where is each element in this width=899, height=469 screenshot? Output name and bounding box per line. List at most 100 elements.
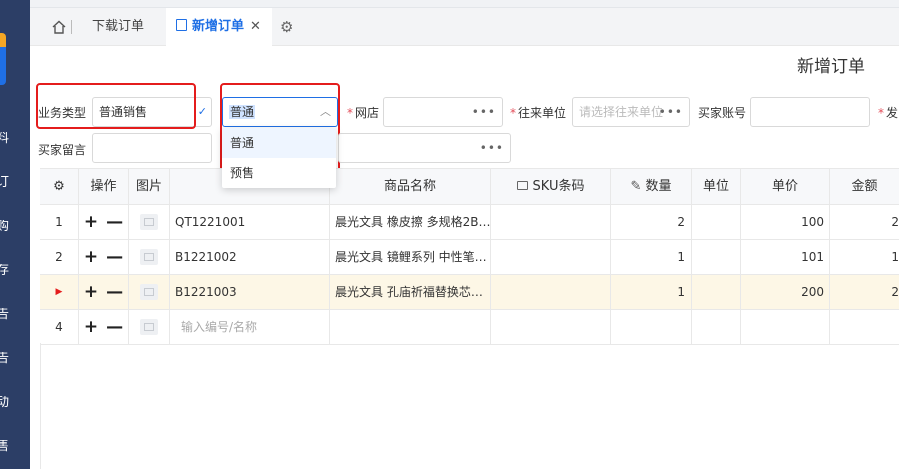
- order-items-table: ⚙ 操作 图片 商品名称 SKU条码 ✎ 数量 单位 单价 金额 1 + — QT1…: [40, 168, 899, 345]
- table-row-new[interactable]: 4 + — 输入编号/名称: [40, 310, 899, 345]
- tab-download-orders[interactable]: 下载订单: [92, 8, 144, 46]
- row-sku[interactable]: [491, 275, 611, 309]
- row-amount[interactable]: 2: [830, 205, 899, 239]
- code-input-placeholder: 输入编号/名称: [181, 320, 258, 334]
- row-qty[interactable]: 2: [611, 205, 692, 239]
- row-code[interactable]: QT1221001: [170, 205, 330, 239]
- chevron-up-icon: ︿: [320, 105, 331, 118]
- row-ops: + —: [79, 310, 129, 344]
- order-kind-value: 普通: [229, 105, 256, 119]
- row-price[interactable]: 101: [741, 240, 830, 274]
- sidebar-item[interactable]: 告: [0, 352, 12, 366]
- page-title: 新增订单: [797, 57, 865, 77]
- remove-row-button[interactable]: —: [106, 240, 123, 274]
- more-icon[interactable]: •••: [480, 134, 504, 162]
- add-row-button[interactable]: +: [84, 205, 98, 239]
- row-sku[interactable]: [491, 205, 611, 239]
- business-type-value: 普通销售: [99, 105, 148, 119]
- row-image: [129, 310, 170, 344]
- sidebar: 料 订 购 存 告 告 动 售: [0, 0, 30, 469]
- business-type-label: 业务类型: [38, 106, 87, 120]
- barcode-icon: [516, 181, 528, 190]
- sidebar-item[interactable]: 购: [0, 220, 12, 234]
- header-qty: ✎ 数量: [611, 169, 692, 204]
- remove-row-button[interactable]: —: [106, 205, 123, 239]
- table-row[interactable]: 2 + — B1221002 晨光文具 镜鲤系列 中性笔… 1 101 1: [40, 240, 899, 275]
- chevron-down-icon: ✓: [197, 105, 207, 118]
- header-image: 图片: [129, 169, 170, 204]
- sidebar-item[interactable]: 订: [0, 176, 12, 190]
- row-unit[interactable]: [692, 240, 741, 274]
- row-unit[interactable]: [692, 205, 741, 239]
- add-row-button[interactable]: +: [84, 310, 98, 344]
- row-unit[interactable]: [692, 310, 741, 344]
- row-amount[interactable]: [830, 310, 899, 344]
- row-sku[interactable]: [491, 310, 611, 344]
- row-image: [129, 240, 170, 274]
- row-price[interactable]: [741, 310, 830, 344]
- row-ops: + —: [79, 205, 129, 239]
- app-logo[interactable]: [0, 33, 6, 85]
- shop-label: * 网店: [347, 106, 380, 120]
- header-unit: 单位: [692, 169, 741, 204]
- partner-select[interactable]: 请选择往来单位 •••: [572, 97, 690, 127]
- row-ops: + —: [79, 275, 129, 309]
- row-qty[interactable]: 1: [611, 275, 692, 309]
- table-row[interactable]: 1 + — QT1221001 晨光文具 橡皮擦 多规格2B… 2 100 2: [40, 205, 899, 240]
- remove-row-button[interactable]: —: [106, 310, 123, 344]
- home-icon[interactable]: [50, 18, 68, 36]
- tab-label: 新增订单: [192, 19, 245, 34]
- order-kind-select[interactable]: 普通 ︿: [222, 97, 338, 127]
- row-amount[interactable]: 2: [830, 275, 899, 309]
- remove-row-button[interactable]: —: [106, 275, 123, 309]
- row-unit[interactable]: [692, 275, 741, 309]
- shop-select[interactable]: •••: [383, 97, 503, 127]
- sidebar-item[interactable]: 售: [0, 440, 12, 454]
- buyer-account-input[interactable]: [750, 97, 870, 127]
- header-amount: 金额: [851, 179, 878, 194]
- add-row-button[interactable]: +: [84, 240, 98, 274]
- partner-placeholder: 请选择往来单位: [579, 105, 664, 119]
- row-price[interactable]: 100: [741, 205, 830, 239]
- sidebar-item[interactable]: 动: [0, 396, 12, 410]
- row-price[interactable]: 200: [741, 275, 830, 309]
- more-icon[interactable]: •••: [472, 98, 496, 126]
- header-price: 单价: [741, 169, 830, 204]
- table-header: ⚙ 操作 图片 商品名称 SKU条码 ✎ 数量 单位 单价 金额: [40, 169, 899, 205]
- image-placeholder-icon: [140, 284, 158, 300]
- buyer-message-label: 买家留言: [38, 143, 87, 157]
- buyer-account-label: 买家账号: [698, 106, 747, 120]
- column-settings-icon[interactable]: ⚙: [40, 169, 79, 204]
- dropdown-option-presale[interactable]: 预售: [222, 158, 336, 188]
- row-code[interactable]: B1221003: [170, 275, 330, 309]
- row-qty[interactable]: 1: [611, 240, 692, 274]
- table-row-selected[interactable]: ▶ + — B1221003 晨光文具 孔庙祈福替换芯… 1 200 2: [40, 275, 899, 310]
- top-strip: [30, 0, 899, 8]
- sidebar-item[interactable]: 存: [0, 264, 12, 278]
- image-placeholder-icon: [140, 214, 158, 230]
- business-type-select[interactable]: 普通销售 ✓: [92, 97, 212, 127]
- row-code[interactable]: B1221002: [170, 240, 330, 274]
- header-ops: 操作: [79, 169, 129, 204]
- row-index: 1: [40, 205, 79, 239]
- pencil-icon: ✎: [630, 179, 642, 194]
- sidebar-item[interactable]: 告: [0, 308, 12, 322]
- sidebar-item[interactable]: 料: [0, 132, 12, 146]
- row-sku[interactable]: [491, 240, 611, 274]
- row-ops: + —: [79, 240, 129, 274]
- dropdown-option-normal[interactable]: 普通: [222, 128, 336, 158]
- tab-new-order[interactable]: 新增订单 ✕: [166, 8, 272, 46]
- gear-icon[interactable]: ⚙: [280, 18, 293, 36]
- buyer-message-input[interactable]: [92, 133, 212, 163]
- add-row-button[interactable]: +: [84, 275, 98, 309]
- remark-input[interactable]: •••: [338, 133, 511, 163]
- current-row-arrow-icon: ▶: [40, 275, 79, 309]
- row-qty[interactable]: [611, 310, 692, 344]
- code-input[interactable]: 输入编号/名称: [170, 310, 330, 344]
- row-amount[interactable]: 1: [830, 240, 899, 274]
- image-placeholder-icon: [140, 319, 158, 335]
- tab-bar: 下载订单 新增订单 ✕ ⚙: [30, 8, 899, 46]
- header-name: 商品名称: [330, 169, 491, 204]
- close-icon[interactable]: ✕: [250, 19, 261, 34]
- more-icon[interactable]: •••: [659, 98, 683, 126]
